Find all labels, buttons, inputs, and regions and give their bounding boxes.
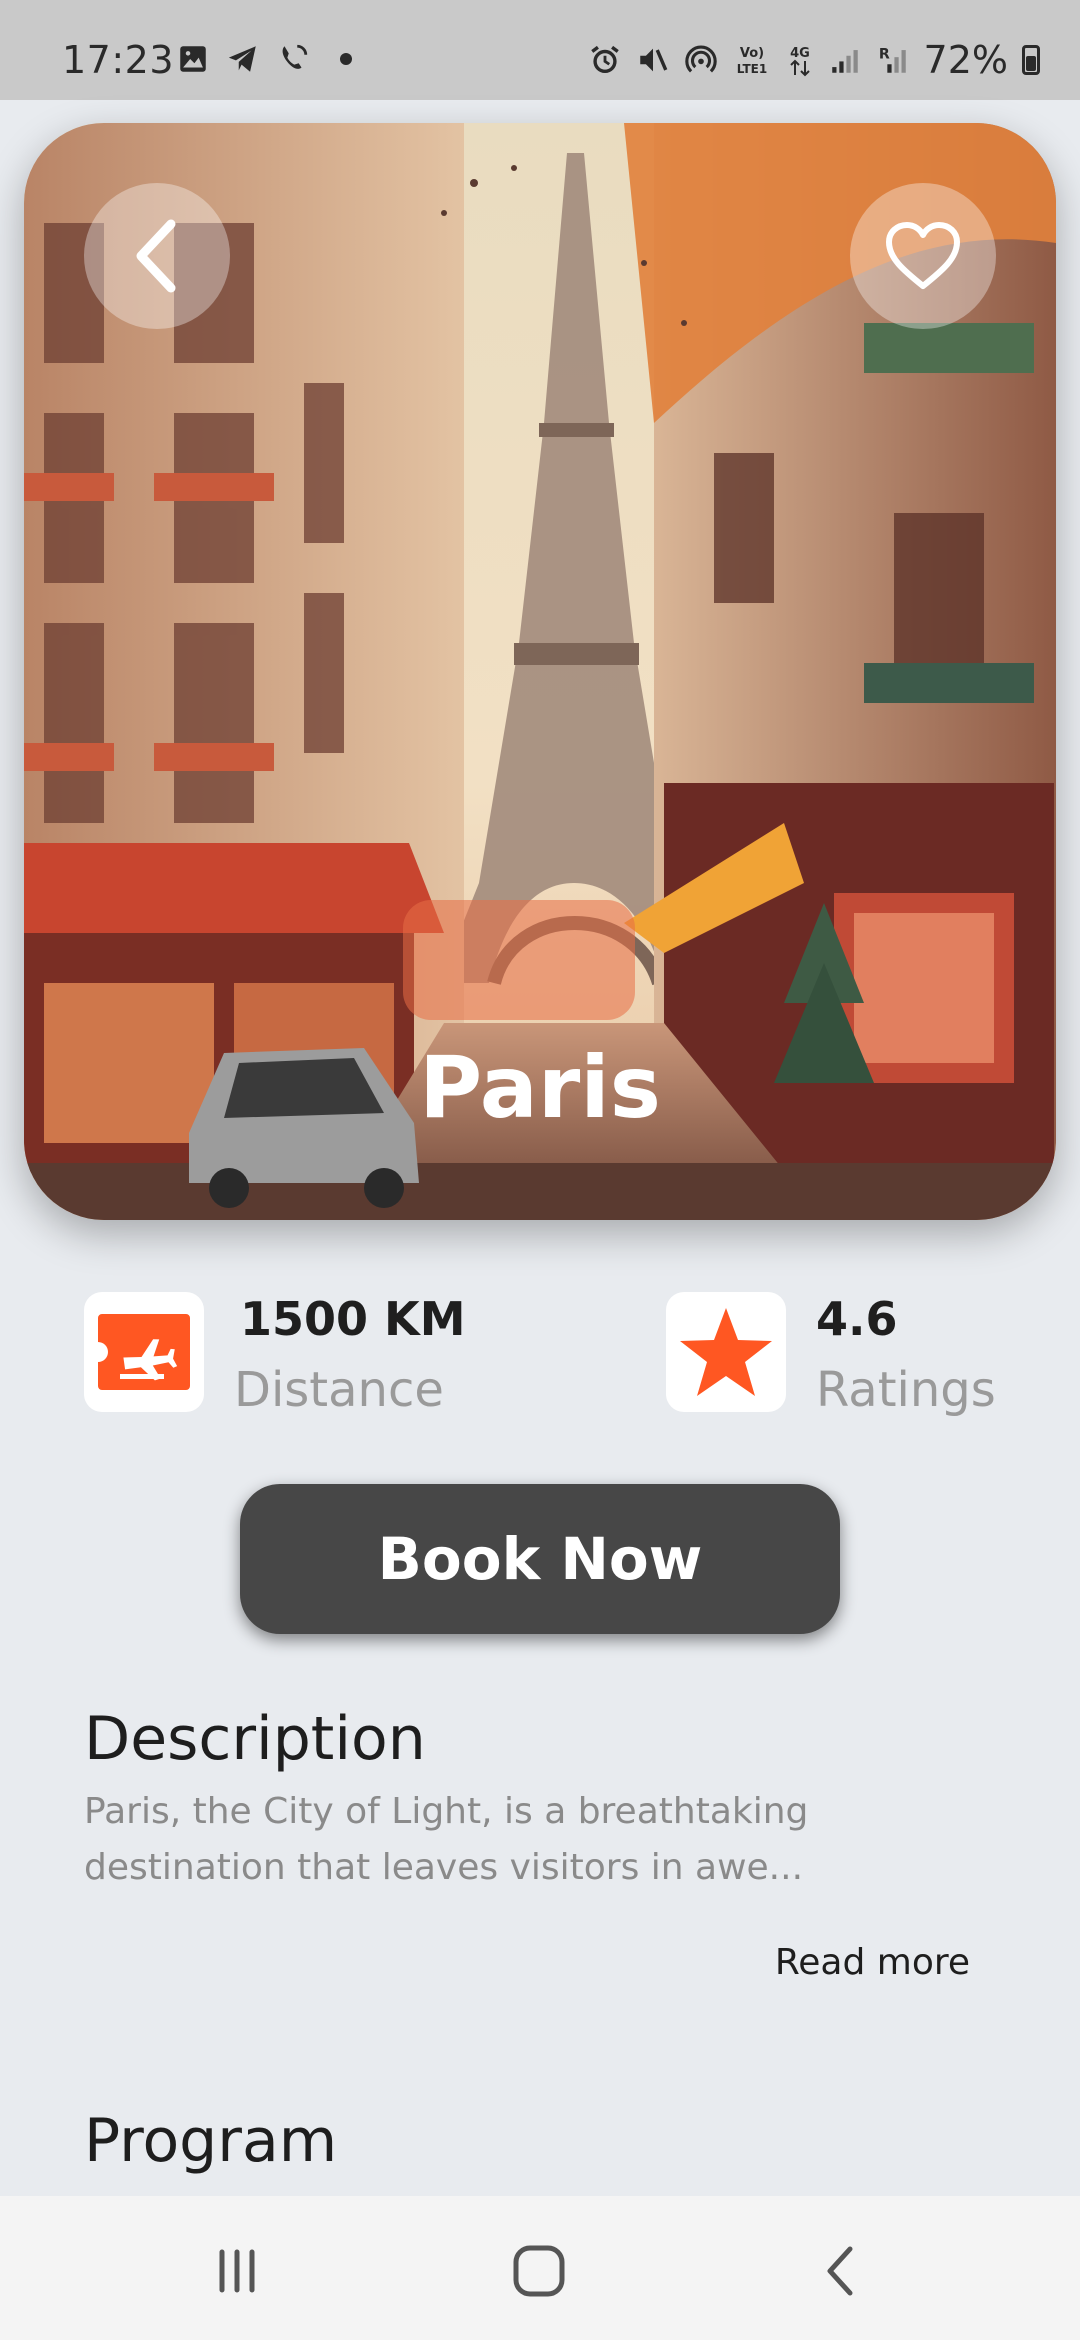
alarm-icon [590, 45, 619, 74]
ratings-label: Ratings [816, 1362, 996, 1418]
distance-label: Distance [234, 1362, 444, 1418]
back-icon [827, 2246, 853, 2296]
heart-outline-icon [886, 222, 960, 289]
status-left-icons [176, 42, 352, 76]
svg-text:4G: 4G [790, 46, 810, 61]
status-bar: 17:23 Vo) LTE1 4G R 72% [0, 0, 1080, 100]
telegram-icon [228, 46, 256, 72]
hotspot-icon [684, 45, 717, 73]
home-icon [513, 2245, 565, 2297]
svg-text:Vo): Vo) [739, 46, 763, 61]
distance-icon-box [84, 1292, 204, 1412]
status-right: Vo) LTE1 4G R 72% [588, 38, 1040, 82]
star-icon [680, 1308, 772, 1396]
recent-apps-button[interactable] [202, 2236, 272, 2306]
4g-icon: 4G [790, 46, 810, 77]
city-name-badge [403, 900, 635, 1020]
notification-dot-icon [340, 53, 352, 65]
system-back-button[interactable] [806, 2236, 876, 2306]
back-button[interactable] [84, 183, 230, 329]
battery-percentage: 72% [923, 38, 1008, 82]
recent-apps-icon [219, 2249, 255, 2293]
description-line-1: Paris, the City of Light, is a breathtak… [84, 1791, 809, 1832]
chevron-left-icon [136, 219, 176, 293]
ratings-value: 4.6 [816, 1292, 898, 1346]
ratings-icon-box [666, 1292, 786, 1412]
read-more-link[interactable]: Read more [775, 1942, 970, 1983]
wifi-call-icon [282, 44, 308, 69]
gallery-icon [180, 46, 206, 72]
city-name: Paris [419, 1038, 661, 1138]
home-button[interactable] [504, 2236, 574, 2306]
description-title: Description [84, 1704, 426, 1774]
svg-text:LTE1: LTE1 [736, 62, 766, 76]
mute-icon [639, 48, 667, 72]
favorite-button[interactable] [850, 183, 996, 329]
flight-ticket-icon [98, 1314, 190, 1390]
status-time: 17:23 [62, 38, 175, 82]
program-title: Program [84, 2106, 338, 2176]
system-nav-bar [0, 2196, 1080, 2340]
distance-value: 1500 KM [240, 1292, 466, 1346]
svg-text:R: R [878, 47, 889, 63]
description-text: Paris, the City of Light, is a breathtak… [84, 1784, 844, 1896]
battery-icon [1022, 45, 1040, 75]
book-now-button[interactable]: Book Now [240, 1484, 840, 1634]
volte-icon: Vo) LTE1 [736, 46, 766, 76]
signal-icon [831, 50, 858, 73]
description-line-2: destination that leaves visitors in awe.… [84, 1847, 804, 1888]
signal-roaming-icon: R [878, 47, 906, 73]
